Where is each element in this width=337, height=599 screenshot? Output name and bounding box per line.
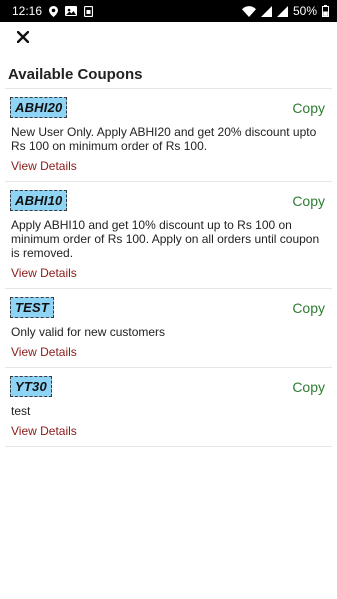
coupon-card: ABHI20 Copy New User Only. Apply ABHI20 … [5, 88, 332, 181]
clock: 12:16 [12, 4, 43, 18]
battery-icon [322, 5, 329, 17]
view-details-link[interactable]: View Details [10, 266, 77, 280]
coupon-header: ABHI20 Copy [10, 97, 327, 118]
view-details-link[interactable]: View Details [10, 159, 77, 173]
coupon-code-badge: TEST [10, 297, 55, 318]
close-button[interactable] [14, 30, 32, 48]
view-details-link[interactable]: View Details [10, 424, 77, 438]
wifi-icon [241, 5, 256, 17]
status-left: 12:16 [12, 4, 94, 18]
coupon-description: Apply ABHI10 and get 10% discount up to … [11, 218, 320, 260]
coupon-header: TEST Copy [10, 297, 327, 318]
battery-percentage: 50% [292, 4, 317, 18]
coupon-code-badge: ABHI10 [10, 190, 68, 211]
coupon-description: Only valid for new customers [11, 325, 166, 339]
coupon-card: ABHI10 Copy Apply ABHI10 and get 10% dis… [5, 181, 332, 288]
copy-button[interactable]: Copy [292, 300, 325, 316]
location-icon [49, 5, 59, 17]
copy-button[interactable]: Copy [292, 100, 325, 116]
page-title: Available Coupons [8, 66, 143, 83]
copy-button[interactable]: Copy [292, 379, 325, 395]
status-right: 50% [241, 4, 329, 18]
coupon-description: test [11, 404, 31, 418]
view-details-link[interactable]: View Details [10, 345, 77, 359]
copy-button[interactable]: Copy [292, 193, 325, 209]
gallery-icon [65, 6, 78, 16]
status-bar: 12:16 50% [0, 0, 337, 22]
coupon-description: New User Only. Apply ABHI20 and get 20% … [11, 125, 317, 153]
coupon-code-badge: ABHI20 [10, 97, 68, 118]
signal-icon [276, 5, 288, 17]
close-icon [16, 30, 30, 48]
coupon-card: YT30 Copy test View Details [5, 367, 332, 447]
top-bar [0, 22, 337, 58]
coupon-header: ABHI10 Copy [10, 190, 327, 211]
coupon-code-badge: YT30 [10, 376, 52, 397]
signal-icon [260, 5, 272, 17]
coupon-card: TEST Copy Only valid for new customers V… [5, 288, 332, 367]
sim-icon [84, 5, 94, 17]
coupon-header: YT30 Copy [10, 376, 327, 397]
